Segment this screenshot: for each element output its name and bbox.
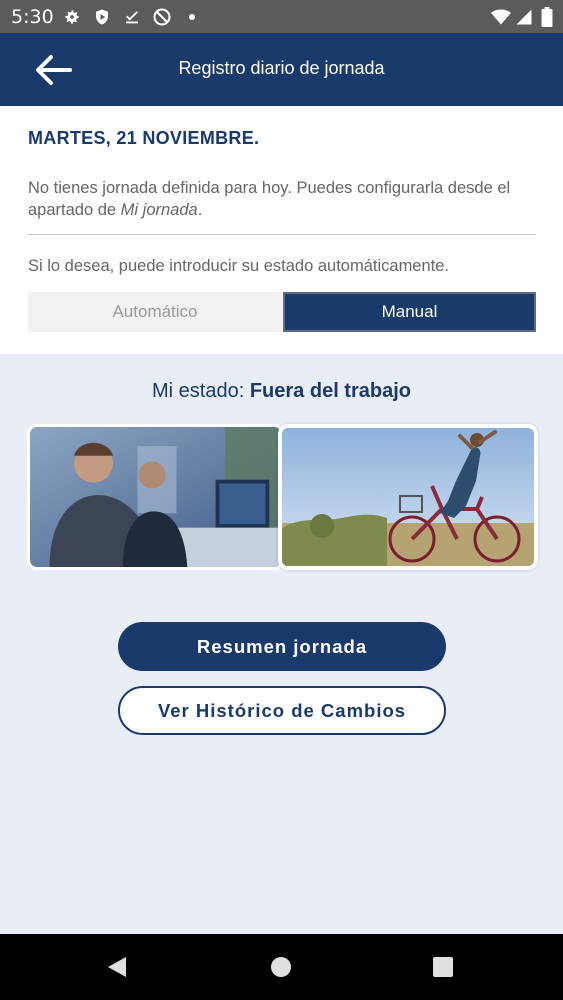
nav-back-icon[interactable] bbox=[104, 954, 130, 980]
at-work-image[interactable] bbox=[27, 424, 284, 570]
battery-icon bbox=[537, 7, 557, 27]
info-text-end: . bbox=[197, 201, 203, 219]
page-title: Registro diario de jornada bbox=[178, 58, 385, 78]
settings-icon bbox=[62, 7, 82, 27]
status-value: Fuera del trabajo bbox=[249, 380, 411, 402]
status-bar: 5:30 bbox=[0, 0, 563, 33]
status-options bbox=[27, 424, 538, 570]
shield-play-icon bbox=[92, 7, 112, 27]
nav-home-icon[interactable] bbox=[268, 954, 294, 980]
status-line: Mi estado: Fuera del trabajo bbox=[0, 380, 563, 403]
summary-button[interactable]: Resumen jornada bbox=[118, 622, 446, 671]
notification-dot bbox=[189, 14, 195, 20]
day-info-section: MARTES, 21 NOVIEMBRE. No tienes jornada … bbox=[0, 106, 563, 354]
divider bbox=[28, 234, 536, 235]
no-disturb-icon bbox=[152, 7, 172, 27]
system-nav-bar bbox=[0, 934, 563, 1000]
wifi-icon bbox=[491, 7, 511, 27]
nav-recents-icon[interactable] bbox=[430, 954, 456, 980]
mode-manual-button[interactable]: Manual bbox=[283, 292, 536, 332]
status-time: 5:30 bbox=[11, 6, 54, 28]
auto-hint-text: Si lo desea, puede introducir su estado … bbox=[28, 257, 450, 275]
info-text-body: No tienes jornada definida para hoy. Pue… bbox=[28, 179, 511, 219]
signal-icon bbox=[514, 7, 534, 27]
download-done-icon bbox=[122, 7, 142, 27]
out-of-work-image[interactable] bbox=[278, 424, 538, 570]
history-button[interactable]: Ver Histórico de Cambios bbox=[118, 686, 446, 735]
status-label: Mi estado: bbox=[152, 380, 250, 402]
app-bar: Registro diario de jornada bbox=[0, 33, 563, 106]
date-heading: MARTES, 21 NOVIEMBRE. bbox=[28, 128, 260, 148]
mi-jornada-link[interactable]: Mi jornada bbox=[121, 201, 198, 219]
info-text: No tienes jornada definida para hoy. Pue… bbox=[28, 177, 533, 221]
mode-automatic-button[interactable]: Automático bbox=[28, 292, 282, 332]
